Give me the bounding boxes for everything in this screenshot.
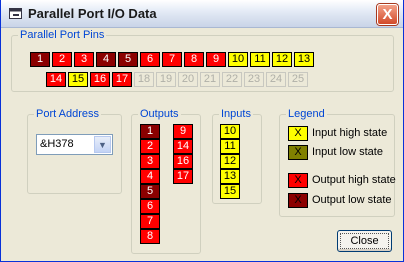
title-bar: Parallel Port I/O Data X	[1, 0, 403, 28]
output-7: 7	[140, 214, 160, 229]
pin-16: 16	[90, 72, 110, 87]
output-9: 9	[173, 124, 193, 139]
app-icon	[9, 8, 22, 19]
dialog-window: Parallel Port I/O Data X Parallel Port P…	[0, 0, 404, 262]
pin-22: 22	[222, 72, 242, 87]
pin-17: 17	[112, 72, 132, 87]
pin-6: 6	[140, 52, 160, 67]
pin-2: 2	[52, 52, 72, 67]
input-12: 12	[220, 154, 240, 169]
pin-19: 19	[156, 72, 176, 87]
pin-14: 14	[46, 72, 66, 87]
pin-8: 8	[184, 52, 204, 67]
output-17: 17	[173, 169, 193, 184]
legend-text: Input low state	[312, 146, 383, 158]
input-10: 10	[220, 124, 240, 139]
pin-1: 1	[30, 52, 50, 67]
pin-15: 15	[68, 72, 88, 87]
legend-swatch-on-r: X	[288, 173, 308, 188]
close-button-label: Close	[350, 235, 379, 247]
port-address-select[interactable]: &H378 ▼	[36, 134, 113, 155]
output-4: 4	[140, 169, 160, 184]
pin-9: 9	[206, 52, 226, 67]
output-8: 8	[140, 229, 160, 244]
output-2: 2	[140, 139, 160, 154]
close-icon[interactable]: X	[377, 4, 398, 25]
pin-13: 13	[294, 52, 314, 67]
output-16: 16	[173, 154, 193, 169]
outputs-label: Outputs	[138, 108, 181, 120]
legend-swatch-inlow: X	[288, 145, 308, 160]
chevron-down-icon[interactable]: ▼	[94, 136, 111, 153]
inputs-label: Inputs	[219, 108, 253, 120]
input-13: 13	[220, 169, 240, 184]
legend-text: Input high state	[312, 127, 388, 139]
pin-25: 25	[288, 72, 308, 87]
pin-18: 18	[134, 72, 154, 87]
legend-label: Legend	[286, 108, 327, 120]
output-14: 14	[173, 139, 193, 154]
pin-10: 10	[228, 52, 248, 67]
pin-7: 7	[162, 52, 182, 67]
legend-text: Output high state	[312, 174, 396, 186]
pin-23: 23	[244, 72, 264, 87]
pin-4: 4	[96, 52, 116, 67]
pin-12: 12	[272, 52, 292, 67]
pin-20: 20	[178, 72, 198, 87]
pin-3: 3	[74, 52, 94, 67]
close-button[interactable]: Close	[337, 230, 392, 252]
input-11: 11	[220, 139, 240, 154]
output-5: 5	[140, 184, 160, 199]
legend-swatch-on-y: X	[288, 126, 308, 141]
pins-group-label: Parallel Port Pins	[18, 29, 107, 41]
pin-21: 21	[200, 72, 220, 87]
output-6: 6	[140, 199, 160, 214]
port-address-value: &H378	[40, 138, 74, 150]
input-15: 15	[220, 184, 240, 199]
output-3: 3	[140, 154, 160, 169]
pin-5: 5	[118, 52, 138, 67]
pin-24: 24	[266, 72, 286, 87]
port-address-label: Port Address	[34, 108, 101, 120]
output-1: 1	[140, 124, 160, 139]
window-title: Parallel Port I/O Data	[28, 6, 157, 21]
legend-text: Output low state	[312, 194, 392, 206]
pin-11: 11	[250, 52, 270, 67]
legend-swatch-off-r: X	[288, 193, 308, 208]
